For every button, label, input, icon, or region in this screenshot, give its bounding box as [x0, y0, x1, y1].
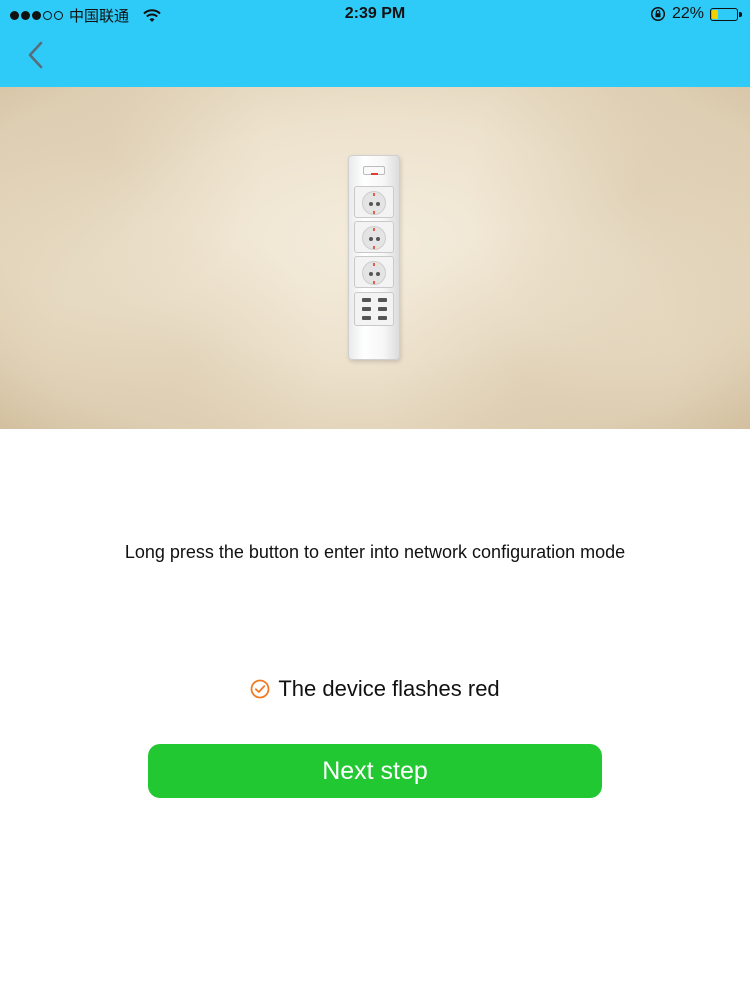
battery-fill: [712, 9, 718, 19]
instruction-text: Long press the button to enter into netw…: [124, 542, 626, 562]
device-status-label: The device flashes red: [278, 676, 500, 701]
device-image-panel: [0, 87, 750, 429]
device-status[interactable]: The device flashes red: [0, 676, 750, 702]
socket-3: [354, 256, 394, 288]
battery-percent: 22%: [671, 5, 704, 22]
back-button[interactable]: [22, 40, 52, 70]
power-strip-image: [348, 155, 400, 360]
app-header: 中国联通 2:39 PM 22%: [0, 0, 750, 87]
socket-1: [354, 186, 394, 218]
status-time: 2:39 PM: [344, 5, 406, 22]
socket-2: [354, 221, 394, 253]
status-bar: 中国联通 2:39 PM 22%: [0, 0, 750, 30]
status-right: 22%: [650, 5, 742, 23]
next-step-button[interactable]: Next step: [148, 744, 602, 798]
rotation-lock-icon: [650, 6, 666, 22]
chevron-left-icon: [28, 41, 43, 69]
power-switch: [363, 166, 385, 175]
battery-icon: [710, 7, 742, 21]
usb-ports: [354, 292, 394, 326]
check-circle-icon[interactable]: [250, 679, 270, 699]
